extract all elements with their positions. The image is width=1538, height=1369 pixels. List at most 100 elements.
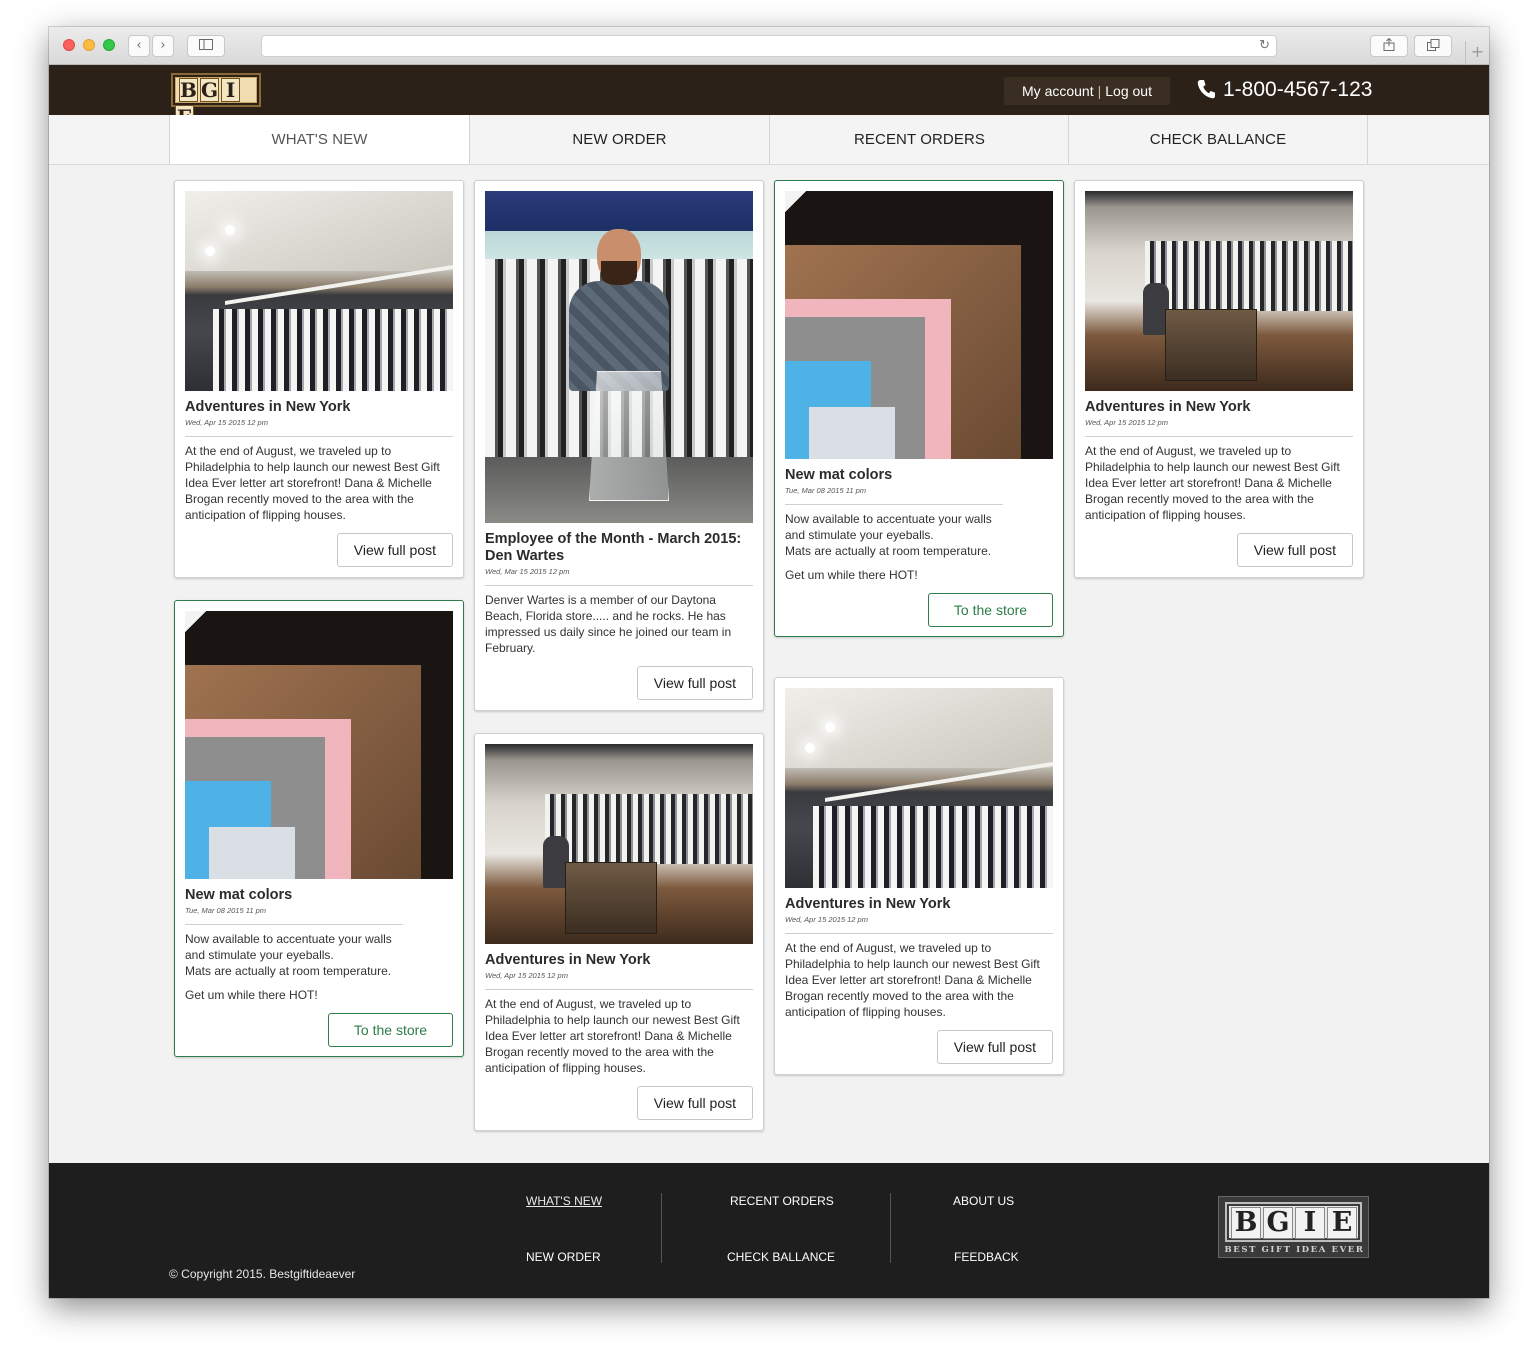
post-title[interactable]: Employee of the Month - March 2015: Den …: [485, 531, 753, 565]
photo-letter-wall: [213, 309, 453, 391]
post-divider: [785, 504, 1003, 505]
post-excerpt: At the end of August, we traveled up to …: [185, 444, 440, 522]
photo-light: [825, 722, 835, 732]
site-footer: WHAT'S NEW NEW ORDER RECENT ORDERS CHECK…: [49, 1163, 1489, 1298]
new-tab-icon[interactable]: +: [1465, 41, 1489, 65]
view-full-post-button[interactable]: View full post: [936, 1030, 1053, 1064]
phone-number[interactable]: 1-800-4567-123: [1197, 76, 1372, 104]
minimize-window-icon[interactable]: [83, 39, 95, 51]
main-nav: WHAT'S NEW NEW ORDER RECENT ORDERS CHECK…: [49, 115, 1489, 165]
photo-trophy: [589, 371, 669, 501]
store-counter-photo[interactable]: [1085, 191, 1353, 391]
post-actions: To the store: [785, 593, 1053, 636]
logo-letter: G: [200, 78, 219, 102]
post-excerpt: Now available to accentuate your walls a…: [785, 512, 992, 558]
nav-check-ballance[interactable]: CHECK BALLANCE: [1068, 115, 1368, 164]
post-title[interactable]: Adventures in New York: [1085, 399, 1353, 416]
post-title[interactable]: New mat colors: [185, 887, 453, 904]
post-excerpt: At the end of August, we traveled up to …: [1085, 444, 1340, 522]
post-excerpt: At the end of August, we traveled up to …: [485, 997, 740, 1075]
view-full-post-button[interactable]: View full post: [636, 1086, 753, 1120]
post-actions: View full post: [485, 666, 753, 710]
footer-link-new-order[interactable]: NEW ORDER: [526, 1250, 601, 1264]
post-title[interactable]: New mat colors: [785, 467, 1053, 484]
nav-new-order[interactable]: NEW ORDER: [469, 115, 769, 164]
store-counter-photo[interactable]: [485, 744, 753, 944]
photo-letter-wall: [545, 794, 753, 864]
phone-icon: [1197, 80, 1215, 99]
view-full-post-button[interactable]: View full post: [1236, 533, 1353, 567]
footer-link-recent-orders[interactable]: RECENT ORDERS: [730, 1194, 834, 1208]
footer-link-whats-new[interactable]: WHAT'S NEW: [526, 1194, 602, 1208]
post-excerpt: At the end of August, we traveled up to …: [785, 941, 1040, 1019]
post-card: Adventures in New York Wed, Apr 15 2015 …: [174, 180, 464, 578]
footer-logo-tagline: BEST GIFT IDEA EVER: [1224, 1245, 1365, 1255]
browser-window: ‹ › ↻ + BGIE My account|Log out 1-800-45…: [49, 27, 1489, 1298]
employee-trophy-photo[interactable]: [485, 191, 753, 523]
tabs-overview-icon[interactable]: [1414, 35, 1452, 57]
post-actions: View full post: [1085, 533, 1353, 577]
footer-divider: [661, 1193, 662, 1263]
address-bar[interactable]: ↻: [261, 35, 1277, 57]
mat-corner-photo[interactable]: [185, 611, 453, 879]
logo-letter: B: [1231, 1207, 1261, 1239]
log-out-link[interactable]: Log out: [1105, 83, 1152, 99]
to-the-store-button[interactable]: To the store: [328, 1013, 453, 1047]
forward-icon[interactable]: ›: [152, 35, 174, 57]
view-full-post-button[interactable]: View full post: [336, 533, 453, 567]
store-wall-photo[interactable]: [185, 191, 453, 391]
view-full-post-button[interactable]: View full post: [636, 666, 753, 700]
store-wall-photo[interactable]: [785, 688, 1053, 888]
to-the-store-button[interactable]: To the store: [928, 593, 1053, 627]
photo-letter-wall: [813, 806, 1053, 888]
footer-link-check-ballance[interactable]: CHECK BALLANCE: [727, 1250, 835, 1264]
my-account-link[interactable]: My account: [1022, 83, 1094, 99]
nav-recent-orders[interactable]: RECENT ORDERS: [769, 115, 1069, 164]
post-excerpt-cta: Get um while there HOT!: [785, 568, 918, 582]
post-divider: [485, 989, 753, 990]
reload-icon[interactable]: ↻: [1259, 36, 1270, 56]
mat-corner-photo[interactable]: [785, 191, 1053, 459]
footer-divider: [890, 1193, 891, 1263]
post-actions: View full post: [785, 1030, 1053, 1074]
photo-person-beard: [601, 261, 637, 285]
close-window-icon[interactable]: [63, 39, 75, 51]
photo-counter: [565, 862, 657, 934]
post-title[interactable]: Adventures in New York: [485, 952, 753, 969]
logo-letter: I: [221, 78, 240, 102]
post-date: Tue, Mar 08 2015 11 pm: [785, 486, 867, 495]
site-logo[interactable]: BGIE: [171, 73, 261, 129]
post-card: Adventures in New York Wed, Apr 15 2015 …: [474, 733, 764, 1131]
post-card: Adventures in New York Wed, Apr 15 2015 …: [1074, 180, 1364, 578]
post-actions: To the store: [185, 1013, 453, 1056]
footer-link-feedback[interactable]: FEEDBACK: [954, 1250, 1019, 1264]
post-card: Adventures in New York Wed, Apr 15 2015 …: [774, 677, 1064, 1075]
post-date: Wed, Apr 15 2015 12 pm: [485, 971, 568, 980]
back-icon[interactable]: ‹: [128, 35, 150, 57]
post-excerpt: Now available to accentuate your walls a…: [185, 932, 392, 978]
post-title[interactable]: Adventures in New York: [185, 399, 453, 416]
post-divider: [1085, 436, 1353, 437]
footer-logo[interactable]: BGIE BEST GIFT IDEA EVER: [1218, 1196, 1369, 1258]
post-date: Wed, Apr 15 2015 12 pm: [1085, 418, 1168, 427]
photo-light: [205, 246, 215, 256]
photo-mat-center: [809, 407, 895, 459]
account-separator: |: [1097, 83, 1102, 99]
logo-letter: I: [1295, 1207, 1325, 1239]
site-header: BGIE My account|Log out 1-800-4567-123: [49, 65, 1489, 129]
sidebar-icon[interactable]: [187, 35, 225, 57]
post-date: Wed, Apr 15 2015 12 pm: [785, 915, 868, 924]
photo-counter: [1165, 309, 1257, 381]
post-card-promo: New mat colors Tue, Mar 08 2015 11 pm No…: [174, 600, 464, 1057]
share-icon[interactable]: [1370, 35, 1408, 57]
footer-link-about-us[interactable]: ABOUT US: [953, 1194, 1014, 1208]
account-box: My account | Log out: [1004, 77, 1170, 105]
zoom-window-icon[interactable]: [103, 39, 115, 51]
post-divider: [185, 436, 453, 437]
post-date: Wed, Mar 15 2015 12 pm: [485, 567, 570, 576]
post-actions: View full post: [485, 1086, 753, 1130]
nav-whats-new[interactable]: WHAT'S NEW: [169, 115, 469, 164]
post-title[interactable]: Adventures in New York: [785, 896, 1053, 913]
post-divider: [485, 585, 753, 586]
logo-letter: B: [179, 78, 198, 102]
